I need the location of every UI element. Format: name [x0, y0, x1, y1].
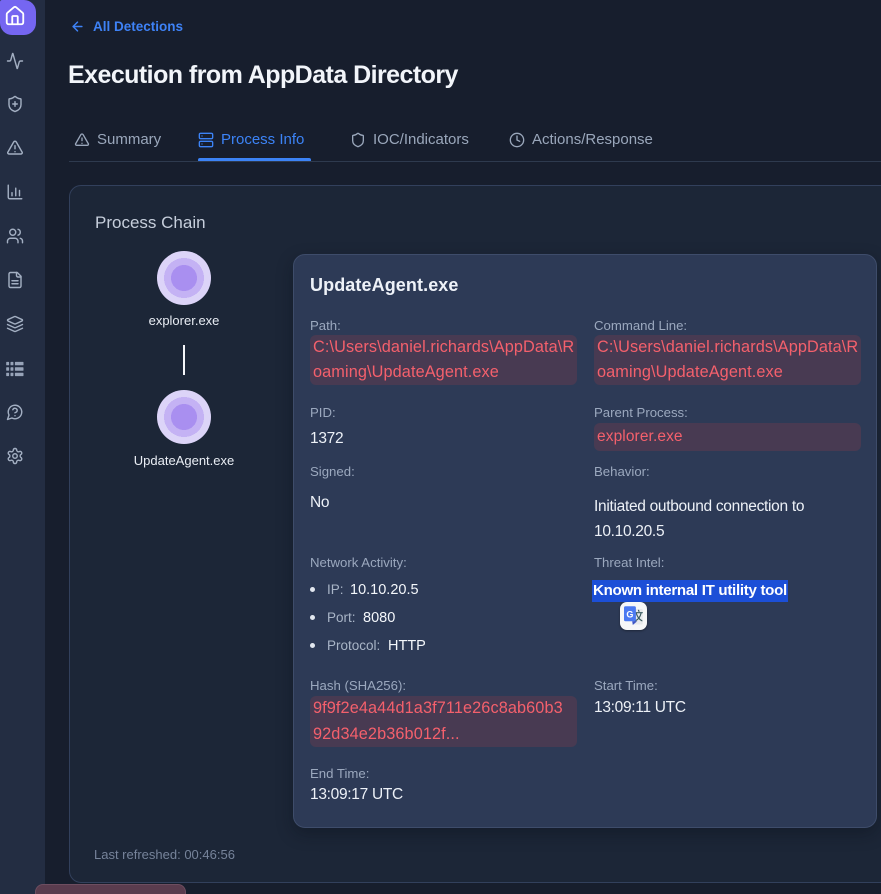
svg-text:G: G	[626, 609, 633, 619]
